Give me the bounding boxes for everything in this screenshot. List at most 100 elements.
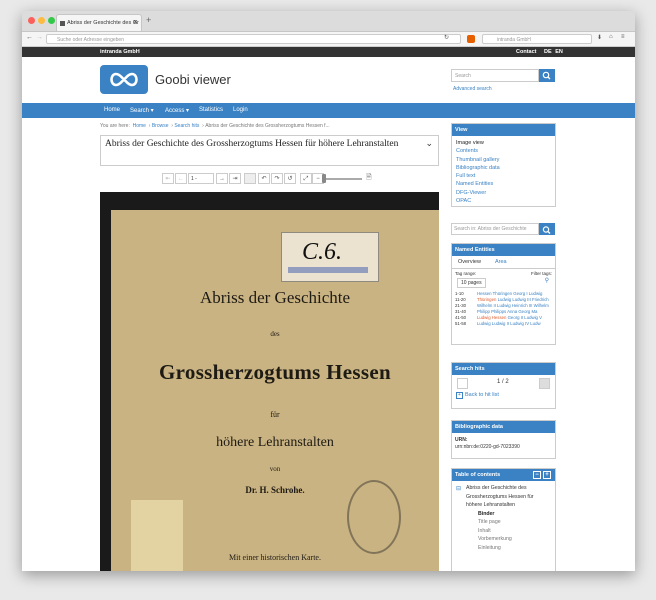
pdf-download-icon[interactable]: 🗎 <box>366 173 372 184</box>
browser-tab[interactable]: Abriss der Geschichte des Gr ✕ <box>56 14 142 31</box>
breadcrumb-home[interactable]: Home <box>133 123 146 129</box>
nav-search[interactable]: Search ▾ <box>130 107 154 114</box>
named-entities-panel: Named Entities Overview Area Tag range: … <box>451 243 556 345</box>
maximize-window-button[interactable] <box>48 17 55 24</box>
home-icon[interactable]: ⌂ <box>609 34 613 40</box>
toc-item[interactable]: Title page <box>456 518 551 527</box>
header-search-button[interactable] <box>539 69 555 82</box>
single-page-icon[interactable] <box>244 173 256 184</box>
cover-line-5: höhere Lehranstalten <box>216 435 334 450</box>
nav-login[interactable]: Login <box>233 107 248 113</box>
contact-link[interactable]: Contact <box>516 49 536 55</box>
goobi-logo[interactable] <box>100 65 148 94</box>
toc-item[interactable]: Einleitung <box>456 544 551 553</box>
search-in-button[interactable] <box>539 223 555 235</box>
back-to-hit-list-label: Back to hit list <box>465 392 499 398</box>
top-strip: intranda GmbH Contact DE EN <box>22 47 635 57</box>
browser-search-input[interactable]: intranda GmbH <box>482 34 592 44</box>
entity-tags-b[interactable]: Ludwig Ludwig III Friedrich <box>498 297 549 302</box>
entity-range: 51-58 <box>455 321 466 327</box>
prev-page-icon[interactable]: ← <box>175 173 187 184</box>
record-title-box[interactable]: Abriss der Geschichte des Grossherzogtum… <box>100 135 439 166</box>
entity-row[interactable]: 51-58 Ludwig Ludwig II Ludwig IV Ludw <box>452 321 555 327</box>
last-page-icon[interactable]: ⇥ <box>229 173 241 184</box>
app-name: Goobi viewer <box>155 72 231 87</box>
entity-tags-a[interactable]: Wilhelm II Ludwig <box>477 303 511 308</box>
view-item-contents[interactable]: Contents <box>456 147 551 155</box>
nav-statistics[interactable]: Statistics <box>199 107 223 113</box>
menu-icon[interactable]: ≡ <box>621 34 625 40</box>
header-search-input[interactable]: Search <box>451 69 539 82</box>
advanced-search-link[interactable]: Advanced search <box>453 86 492 92</box>
reset-icon[interactable]: ↺ <box>284 173 296 184</box>
view-item-dfg[interactable]: DFG-Viewer <box>456 189 551 197</box>
entity-tags-b[interactable]: Georg I Ludwig <box>513 291 542 296</box>
back-to-hit-list-link[interactable]: + Back to hit list <box>456 392 499 399</box>
cover-line-6: von <box>269 465 281 473</box>
extension-icon[interactable] <box>467 35 475 43</box>
download-icon[interactable]: ⬇ <box>597 34 602 41</box>
nav-access[interactable]: Access ▾ <box>165 107 189 114</box>
first-page-icon[interactable]: ⇤ <box>162 173 174 184</box>
entity-tags-a[interactable]: Ludwig Hessen <box>477 315 506 320</box>
next-hit-thumbnail[interactable] <box>539 378 550 389</box>
close-window-button[interactable] <box>28 17 35 24</box>
expand-all-icon[interactable]: + <box>543 471 551 479</box>
collapse-all-icon[interactable]: − <box>533 471 541 479</box>
toc-item-current[interactable]: Binder <box>456 510 551 519</box>
rotate-left-icon[interactable]: ↶ <box>258 173 270 184</box>
bibliographic-title: Bibliographic data <box>452 421 555 433</box>
view-item-thumbnails[interactable]: Thumbnail gallery <box>456 156 551 164</box>
next-page-icon[interactable]: → <box>216 173 228 184</box>
zoom-slider-track[interactable] <box>324 178 362 180</box>
toc-item[interactable]: Inhalt <box>456 527 551 536</box>
view-item-biblio[interactable]: Bibliographic data <box>456 164 551 172</box>
zoom-slider-handle[interactable] <box>322 174 326 183</box>
company-name[interactable]: intranda GmbH <box>100 49 140 55</box>
close-tab-icon[interactable]: ✕ <box>133 15 138 31</box>
lang-de-link[interactable]: DE <box>544 49 552 55</box>
entity-tags-b[interactable]: Georg II Ludwig V <box>508 315 542 320</box>
library-stamp <box>347 480 401 554</box>
entity-tags-a[interactable]: Thüringen <box>477 297 496 302</box>
fullscreen-icon[interactable]: ⤢ <box>300 173 312 184</box>
toc-header: Table of contents − + <box>452 469 555 481</box>
prev-hit-thumbnail[interactable] <box>457 378 468 389</box>
view-item-entities[interactable]: Named Entities <box>456 180 551 188</box>
tab-area[interactable]: Area <box>495 259 507 265</box>
forward-arrow-icon[interactable]: → <box>36 34 43 41</box>
page-select[interactable]: 1 - <box>188 173 214 184</box>
url-input[interactable]: Suche oder Adresse eingeben <box>46 34 461 44</box>
breadcrumb-search-hits[interactable]: Search hits <box>174 123 199 129</box>
back-arrow-icon[interactable]: ← <box>26 34 33 41</box>
entity-tags-a[interactable]: Philipp Philipps <box>477 309 506 314</box>
nav-home[interactable]: Home <box>104 107 120 113</box>
cover-line-4: für <box>270 410 280 419</box>
reload-icon[interactable]: ↻ <box>444 34 449 41</box>
page-image[interactable]: C.6. Abriss der Geschichte des Grossherz… <box>100 192 439 571</box>
collapse-node-icon[interactable]: ⊟ <box>456 485 461 494</box>
entity-tags-a[interactable]: Hessen Thüringen <box>477 291 512 296</box>
view-item-fulltext[interactable]: Full text <box>456 172 551 180</box>
filter-tags-icon[interactable]: ⚲ <box>545 277 549 284</box>
paper-patch <box>131 500 183 571</box>
range-select[interactable]: 10 pages <box>457 278 486 288</box>
chevron-down-icon[interactable]: ⌄ <box>425 138 433 149</box>
search-in-input[interactable]: Search in: Abriss der Geschichte <box>451 223 539 235</box>
view-item-image[interactable]: Image view <box>456 139 551 147</box>
urn-value: urn:nbn:de:0220-gd-7023390 <box>455 444 520 450</box>
toc-item[interactable]: Vorbemerkung <box>456 535 551 544</box>
entity-tags-b[interactable]: Anna Georg Ma <box>507 309 537 314</box>
entity-tags-a[interactable]: Ludwig Ludwig <box>477 321 505 326</box>
entity-tags-b[interactable]: II Ludwig IV Ludw <box>507 321 541 326</box>
lang-en-link[interactable]: EN <box>555 49 563 55</box>
breadcrumb-browse[interactable]: Browse <box>152 123 169 129</box>
minimize-window-button[interactable] <box>38 17 45 24</box>
rotate-right-icon[interactable]: ↷ <box>271 173 283 184</box>
toc-root[interactable]: ⊟ Abriss der Geschichte des Grossherzogt… <box>456 484 551 510</box>
new-tab-icon[interactable]: + <box>146 15 151 25</box>
view-item-opac[interactable]: OPAC <box>456 197 551 205</box>
entity-tags-b[interactable]: Heinrich III Wilhelm <box>512 303 549 308</box>
tab-overview[interactable]: Overview <box>454 259 485 265</box>
plus-icon: + <box>456 392 463 399</box>
